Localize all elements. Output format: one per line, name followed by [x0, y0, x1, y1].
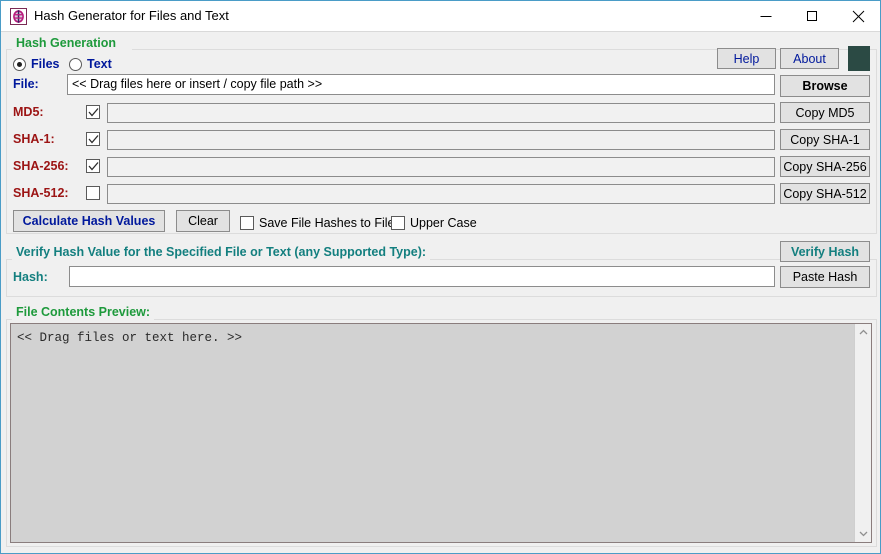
sha512-value-input[interactable] [107, 184, 775, 204]
paste-hash-button-label: Paste Hash [792, 270, 858, 284]
copy-md5-label: Copy MD5 [795, 105, 855, 120]
sha1-label: SHA-1: [13, 132, 55, 146]
file-label: File: [13, 77, 39, 91]
verify-hash-button[interactable]: Verify Hash [780, 241, 870, 262]
verify-hash-input[interactable] [69, 266, 775, 287]
copy-sha512-button[interactable]: Copy SHA-512 [780, 183, 870, 204]
upper-case-label: Upper Case [410, 216, 477, 230]
radio-files[interactable]: Files [13, 56, 60, 72]
verify-hash-group-title: Verify Hash Value for the Specified File… [12, 245, 431, 260]
calculate-button-label: Calculate Hash Values [22, 214, 156, 228]
clear-button[interactable]: Clear [176, 210, 230, 232]
copy-sha512-label: Copy SHA-512 [783, 186, 867, 201]
hash-generation-group-title: Hash Generation [12, 36, 121, 51]
sha1-value-input[interactable] [107, 130, 775, 150]
sha256-label: SHA-256: [13, 159, 69, 173]
status-indicator [848, 46, 870, 71]
copy-sha1-button[interactable]: Copy SHA-1 [780, 129, 870, 150]
copy-sha256-button[interactable]: Copy SHA-256 [780, 156, 870, 177]
hash-label: Hash: [13, 270, 48, 284]
about-button[interactable]: About [780, 48, 839, 69]
about-button-label: About [793, 51, 826, 66]
browse-button[interactable]: Browse [780, 75, 870, 97]
preview-group-border-right-segment [149, 319, 877, 320]
upper-case-checkbox[interactable] [391, 216, 405, 230]
save-file-hashes-checkbox[interactable] [240, 216, 254, 230]
upper-case-checkbox-row[interactable]: Upper Case [391, 215, 477, 231]
copy-md5-button[interactable]: Copy MD5 [780, 102, 870, 123]
sha256-value-input[interactable] [107, 157, 775, 177]
file-path-input[interactable]: << Drag files here or insert / copy file… [67, 74, 775, 95]
sha512-label: SHA-512: [13, 186, 69, 200]
radio-text-dot[interactable] [69, 57, 82, 71]
md5-checkbox[interactable] [86, 105, 100, 119]
save-file-hashes-checkbox-row[interactable]: Save File Hashes to Files [240, 215, 401, 231]
chevron-up-icon[interactable] [855, 324, 871, 341]
paste-hash-button[interactable]: Paste Hash [780, 266, 870, 288]
maximize-button[interactable] [789, 1, 835, 31]
radio-text-label: Text [87, 57, 112, 71]
help-button-label: Help [733, 51, 760, 66]
file-preview-group-title: File Contents Preview: [12, 305, 155, 320]
preview-placeholder-text: << Drag files or text here. >> [17, 331, 243, 345]
title-bar: Hash Generator for Files and Text [1, 1, 880, 32]
minimize-button[interactable] [743, 1, 789, 31]
close-button[interactable] [835, 1, 880, 31]
browse-button-label: Browse [802, 79, 848, 93]
md5-label: MD5: [13, 105, 44, 119]
file-contents-preview[interactable]: << Drag files or text here. >> [10, 323, 872, 543]
save-file-hashes-label: Save File Hashes to Files [259, 216, 401, 230]
radio-files-label: Files [31, 57, 60, 71]
sha512-checkbox[interactable] [86, 186, 100, 200]
sha256-checkbox[interactable] [86, 159, 100, 173]
clear-button-label: Clear [188, 214, 218, 228]
app-window: Hash Generator for Files and Text Hash G… [0, 0, 881, 554]
sha1-checkbox[interactable] [86, 132, 100, 146]
copy-sha1-label: Copy SHA-1 [790, 132, 860, 147]
chevron-down-icon[interactable] [855, 525, 871, 542]
md5-value-input[interactable] [107, 103, 775, 123]
preview-scrollbar[interactable] [854, 324, 871, 542]
copy-sha256-label: Copy SHA-256 [783, 159, 867, 174]
calculate-hash-values-button[interactable]: Calculate Hash Values [13, 210, 165, 232]
verify-hash-button-label: Verify Hash [790, 244, 860, 259]
radio-files-dot[interactable] [13, 57, 26, 71]
window-title: Hash Generator for Files and Text [34, 8, 229, 23]
app-hash-icon [10, 8, 27, 25]
help-button[interactable]: Help [717, 48, 776, 69]
radio-text[interactable]: Text [69, 56, 112, 72]
